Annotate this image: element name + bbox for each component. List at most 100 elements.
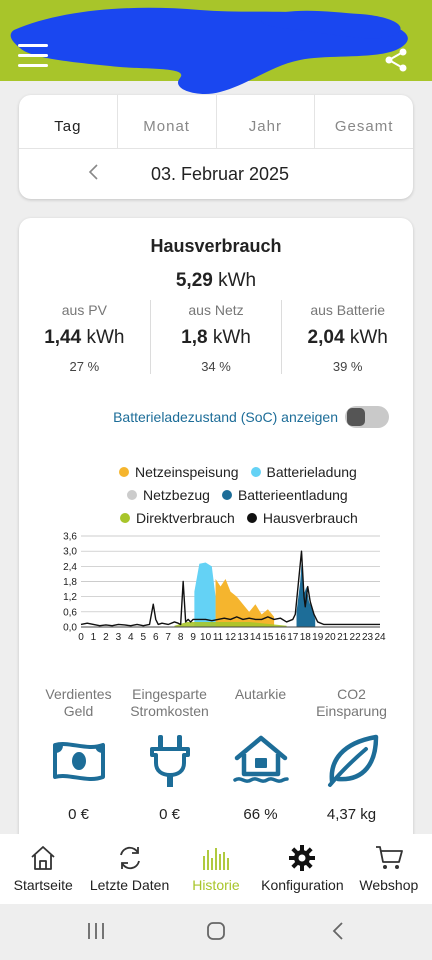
source-label: aus Batterie bbox=[310, 302, 386, 318]
system-navigation-bar bbox=[0, 904, 432, 960]
y-tick-label: 1,8 bbox=[63, 577, 77, 588]
chevron-left-icon[interactable] bbox=[83, 161, 105, 183]
total-value: 5,29 bbox=[175, 270, 213, 291]
kpi-label: Verdientes Geld bbox=[45, 686, 112, 719]
x-tick-label: 16 bbox=[275, 632, 287, 643]
source-breakdown: aus PV 1,44 kWh 27 % aus Netz 1,8 kWh 34… bbox=[19, 300, 413, 374]
kpi-row: Verdientes Geld 0 € Eingesparte Stromkos… bbox=[19, 686, 413, 846]
tab-month[interactable]: Monat bbox=[118, 95, 217, 148]
consumption-card: Hausverbrauch 5,29 kWh aus PV 1,44 kWh 2… bbox=[19, 218, 413, 858]
refresh-icon bbox=[119, 846, 140, 870]
tab-day[interactable]: Tag bbox=[19, 95, 118, 148]
x-tick-label: 4 bbox=[128, 632, 134, 643]
series-area-batterieladung bbox=[194, 562, 216, 627]
plug-icon bbox=[149, 735, 190, 787]
settings-icon bbox=[289, 845, 316, 871]
x-tick-label: 24 bbox=[374, 632, 386, 643]
history-icon bbox=[203, 848, 229, 870]
money-icon bbox=[52, 742, 105, 781]
x-tick-label: 14 bbox=[250, 632, 262, 643]
kpi-saved-costs: Eingesparte Stromkosten 0 € bbox=[124, 686, 215, 846]
kpi-value: 66 % bbox=[243, 806, 278, 823]
legend-item[interactable]: Batterieladung bbox=[250, 464, 357, 480]
y-tick-label: 3,0 bbox=[63, 547, 77, 558]
total-consumption: 5,29 kWh bbox=[19, 270, 413, 292]
home-button-icon[interactable] bbox=[205, 920, 227, 942]
source-percent: 34 % bbox=[201, 359, 231, 374]
kpi-value: 0 € bbox=[159, 806, 180, 823]
kpi-co2-savings: CO2 Einsparung 4,37 kg bbox=[306, 686, 397, 846]
kpi-earned-money: Verdientes Geld 0 € bbox=[33, 686, 124, 846]
card-title: Hausverbrauch bbox=[150, 236, 282, 256]
y-tick-label: 2,4 bbox=[63, 562, 77, 573]
x-tick-label: 12 bbox=[225, 632, 237, 643]
source-label: aus PV bbox=[61, 302, 107, 318]
top-app-bar bbox=[0, 0, 432, 95]
x-tick-label: 2 bbox=[103, 632, 109, 643]
nav-home[interactable]: Startseite bbox=[0, 834, 86, 904]
period-tabs: Tag Monat Jahr Gesamt bbox=[19, 95, 413, 149]
y-tick-label: 3,6 bbox=[63, 532, 77, 543]
x-tick-label: 20 bbox=[325, 632, 337, 643]
total-unit: kWh bbox=[218, 270, 257, 291]
source-percent: 27 % bbox=[69, 359, 100, 374]
source-grid: aus Netz 1,8 kWh 34 % bbox=[151, 300, 283, 374]
bottom-navigation: Startseite Letzte Daten Historie Konfigu… bbox=[0, 834, 432, 904]
tab-total[interactable]: Gesamt bbox=[315, 95, 413, 148]
x-tick-label: 5 bbox=[141, 632, 147, 643]
selected-date: 03. Februar 2025 bbox=[150, 163, 290, 184]
kpi-label: Eingesparte Stromkosten bbox=[130, 686, 209, 719]
kpi-label: CO2 Einsparung bbox=[316, 686, 387, 719]
series-area-netzeinspeisung bbox=[215, 578, 275, 627]
nav-history[interactable]: Historie bbox=[173, 834, 259, 904]
nav-configuration[interactable]: Konfiguration bbox=[259, 834, 346, 904]
x-tick-label: 3 bbox=[116, 632, 122, 643]
x-tick-label: 23 bbox=[362, 632, 374, 643]
x-tick-label: 18 bbox=[300, 632, 312, 643]
source-battery: aus Batterie 2,04 kWh 39 % bbox=[282, 300, 413, 374]
x-tick-label: 0 bbox=[78, 632, 84, 643]
soc-toggle-row: Batterieladezustand (SoC) anzeigen bbox=[19, 406, 413, 430]
source-pv: aus PV 1,44 kWh 27 % bbox=[19, 300, 151, 374]
redaction-scribble bbox=[10, 7, 408, 95]
home-icon bbox=[31, 846, 55, 870]
tab-year[interactable]: Jahr bbox=[217, 95, 316, 148]
leaf-icon bbox=[327, 734, 378, 787]
legend-item[interactable]: Batterieentladung bbox=[221, 487, 348, 503]
nav-latest-data[interactable]: Letzte Daten bbox=[86, 834, 172, 904]
x-tick-label: 10 bbox=[200, 632, 212, 643]
x-tick-label: 9 bbox=[190, 632, 196, 643]
kpi-label: Autarkie bbox=[234, 686, 287, 702]
source-percent: 39 % bbox=[332, 359, 363, 374]
share-icon[interactable] bbox=[382, 46, 410, 74]
y-tick-label: 1,2 bbox=[63, 592, 77, 603]
kpi-value: 0 € bbox=[68, 806, 89, 823]
source-value: 1,8 kWh bbox=[181, 327, 251, 348]
x-tick-label: 21 bbox=[337, 632, 349, 643]
back-icon[interactable] bbox=[328, 920, 348, 942]
kpi-value: 4,37 kg bbox=[326, 806, 377, 823]
cart-icon bbox=[375, 846, 403, 869]
nav-webshop[interactable]: Webshop bbox=[346, 834, 432, 904]
period-selector-card: Tag Monat Jahr Gesamt 03. Februar 2025 bbox=[19, 95, 413, 199]
x-tick-label: 7 bbox=[165, 632, 171, 643]
kpi-autarky: Autarkie 66 % bbox=[215, 686, 306, 846]
hamburger-menu-button[interactable] bbox=[18, 44, 48, 68]
x-tick-label: 22 bbox=[350, 632, 362, 643]
date-row: 03. Februar 2025 bbox=[19, 149, 413, 199]
legend-item[interactable]: Netzbezug bbox=[127, 487, 210, 503]
consumption-chart: 0,00,61,21,82,43,03,60 1 2 3 4 5 6 7 8 9 10 11 12 13 1… bbox=[63, 532, 386, 644]
soc-toggle-switch[interactable] bbox=[345, 406, 389, 428]
x-tick-label: 15 bbox=[262, 632, 274, 643]
series-area-batterieentladung bbox=[296, 553, 316, 627]
legend-item[interactable]: Netzeinspeisung bbox=[119, 464, 239, 480]
x-tick-label: 6 bbox=[153, 632, 159, 643]
y-tick-label: 0,0 bbox=[63, 623, 77, 634]
x-tick-label: 1 bbox=[91, 632, 97, 643]
soc-toggle-label: Batterieladezustand (SoC) anzeigen bbox=[113, 409, 338, 425]
x-tick-label: 19 bbox=[312, 632, 324, 643]
source-label: aus Netz bbox=[188, 302, 244, 318]
recent-apps-icon[interactable] bbox=[86, 920, 106, 942]
x-tick-label: 13 bbox=[237, 632, 249, 643]
x-tick-label: 17 bbox=[287, 632, 299, 643]
